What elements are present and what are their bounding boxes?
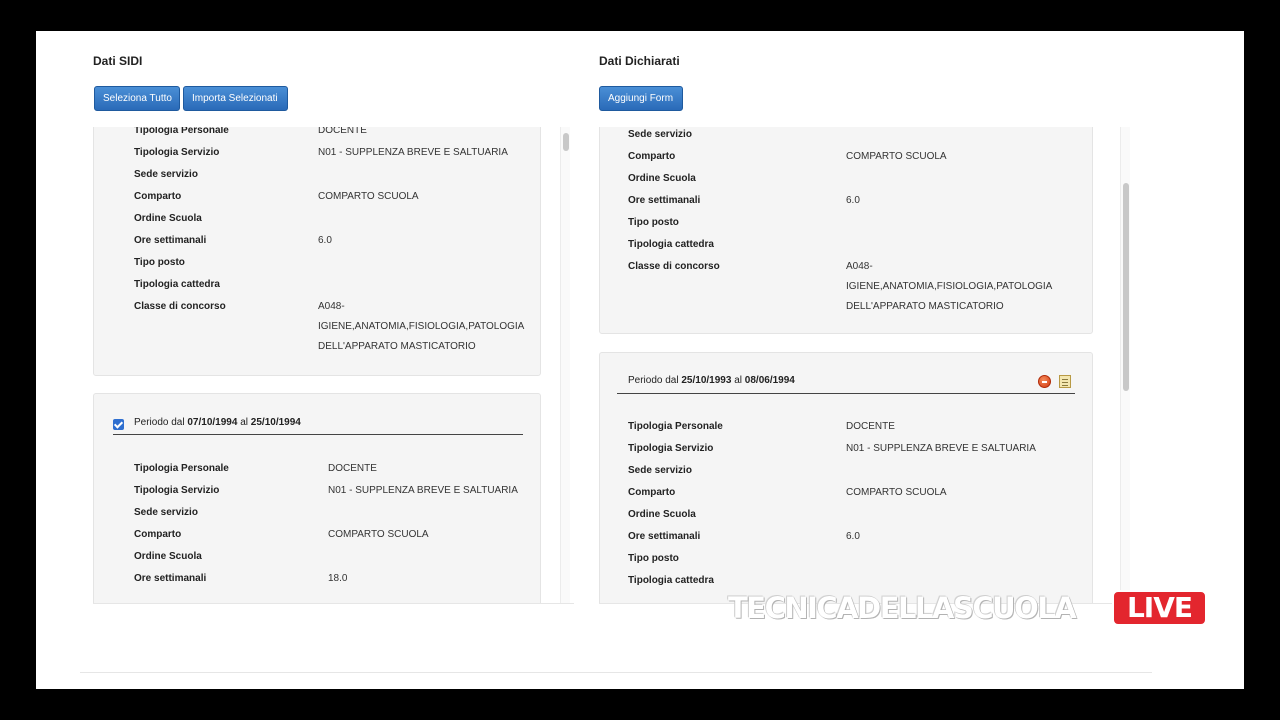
field-label: Tipologia cattedra bbox=[628, 575, 714, 586]
period-from: 25/10/1993 bbox=[681, 375, 732, 386]
field-label: Comparto bbox=[134, 191, 182, 202]
field-label: Sede servizio bbox=[628, 465, 692, 476]
sidi-service-card: Tipologia Personale DOCENTE Tipologia Se… bbox=[93, 127, 541, 376]
field-value: 18.0 bbox=[328, 573, 348, 584]
field-label: Ore settimanali bbox=[134, 235, 207, 246]
page-footer-divider bbox=[80, 672, 1152, 673]
field-label: Sede servizio bbox=[628, 129, 692, 140]
field-value: COMPARTO SCUOLA bbox=[328, 529, 429, 540]
field-value: 6.0 bbox=[318, 235, 332, 246]
left-column-title: Dati SIDI bbox=[93, 54, 143, 68]
tecnica-della-scuola-watermark: TECNICADELLASCUOLA LIVE bbox=[728, 590, 1208, 626]
period-prefix: Periodo dal bbox=[628, 375, 679, 386]
field-label: Tipologia Servizio bbox=[134, 147, 220, 158]
select-all-button[interactable]: Seleziona Tutto bbox=[94, 86, 180, 111]
field-value: N01 - SUPPLENZA BREVE E SALTUARIA bbox=[846, 443, 1036, 454]
field-label: Comparto bbox=[628, 487, 676, 498]
field-value: DOCENTE bbox=[846, 421, 895, 432]
period-header: Periodo dal 25/10/1993 al 08/06/1994 bbox=[628, 375, 795, 386]
field-value: DELL'APPARATO MASTICATORIO bbox=[318, 341, 476, 352]
field-label: Sede servizio bbox=[134, 169, 198, 180]
period-prefix: Periodo dal bbox=[134, 417, 185, 428]
left-scrollbar-thumb[interactable] bbox=[563, 133, 569, 151]
left-list-bottom-border bbox=[93, 603, 574, 604]
field-label: Tipologia Personale bbox=[134, 127, 229, 136]
declared-list-viewport[interactable]: Sede servizio Comparto COMPARTO SCUOLA O… bbox=[599, 127, 1119, 603]
field-label: Tipo posto bbox=[134, 257, 185, 268]
field-label: Sede servizio bbox=[134, 507, 198, 518]
watermark-live-badge: LIVE bbox=[1112, 590, 1207, 626]
field-value: IGIENE,ANATOMIA,FISIOLOGIA,PATOLOGIA bbox=[318, 321, 525, 332]
period-from: 07/10/1994 bbox=[187, 417, 238, 428]
field-label: Tipologia cattedra bbox=[134, 279, 220, 290]
edit-icon[interactable] bbox=[1059, 375, 1071, 388]
field-value: DOCENTE bbox=[318, 127, 367, 136]
period-mid: al bbox=[240, 417, 249, 428]
period-divider bbox=[113, 434, 523, 435]
field-label: Ordine Scuola bbox=[134, 213, 202, 224]
add-form-button[interactable]: Aggiungi Form bbox=[599, 86, 683, 111]
period-to: 08/06/1994 bbox=[744, 375, 795, 386]
field-value: A048- bbox=[846, 261, 873, 272]
right-column-title: Dati Dichiarati bbox=[599, 54, 680, 68]
field-label: Ordine Scuola bbox=[628, 173, 696, 184]
field-value: DELL'APPARATO MASTICATORIO bbox=[846, 301, 1004, 312]
field-label: Comparto bbox=[628, 151, 676, 162]
sidi-list-viewport[interactable]: Tipologia Personale DOCENTE Tipologia Se… bbox=[93, 127, 561, 603]
sidi-service-card: Periodo dal 07/10/1994 al 25/10/1994 Tip… bbox=[93, 393, 541, 603]
period-select-checkbox[interactable] bbox=[113, 419, 124, 430]
field-label: Ore settimanali bbox=[628, 531, 701, 542]
field-value: 6.0 bbox=[846, 195, 860, 206]
import-selected-button[interactable]: Importa Selezionati bbox=[183, 86, 288, 111]
field-value: N01 - SUPPLENZA BREVE E SALTUARIA bbox=[318, 147, 508, 158]
field-label: Tipologia Personale bbox=[134, 463, 229, 474]
field-label: Ordine Scuola bbox=[134, 551, 202, 562]
field-label: Tipologia cattedra bbox=[628, 239, 714, 250]
field-label: Tipologia Personale bbox=[628, 421, 723, 432]
declared-service-card: Periodo dal 25/10/1993 al 08/06/1994 Tip… bbox=[599, 352, 1093, 603]
field-label: Tipo posto bbox=[628, 553, 679, 564]
field-label: Ordine Scuola bbox=[628, 509, 696, 520]
watermark-brand-text: TECNICADELLASCUOLA bbox=[728, 591, 1077, 625]
field-value: 6.0 bbox=[846, 531, 860, 542]
field-label: Tipologia Servizio bbox=[628, 443, 714, 454]
field-value: IGIENE,ANATOMIA,FISIOLOGIA,PATOLOGIA bbox=[846, 281, 1053, 292]
left-scrollbar[interactable] bbox=[560, 127, 570, 603]
field-label: Classe di concorso bbox=[628, 261, 720, 272]
period-to: 25/10/1994 bbox=[250, 417, 301, 428]
field-value: N01 - SUPPLENZA BREVE E SALTUARIA bbox=[328, 485, 518, 496]
right-scrollbar-thumb[interactable] bbox=[1123, 183, 1129, 391]
period-divider bbox=[617, 393, 1075, 394]
field-value: A048- bbox=[318, 301, 345, 312]
period-header: Periodo dal 07/10/1994 al 25/10/1994 bbox=[134, 417, 301, 428]
field-value: COMPARTO SCUOLA bbox=[846, 151, 947, 162]
field-label: Tipologia Servizio bbox=[134, 485, 220, 496]
field-label: Ore settimanali bbox=[628, 195, 701, 206]
field-label: Tipo posto bbox=[628, 217, 679, 228]
declared-service-card: Sede servizio Comparto COMPARTO SCUOLA O… bbox=[599, 127, 1093, 334]
field-value: COMPARTO SCUOLA bbox=[318, 191, 419, 202]
field-label: Ore settimanali bbox=[134, 573, 207, 584]
right-scrollbar[interactable] bbox=[1120, 127, 1130, 603]
field-label: Classe di concorso bbox=[134, 301, 226, 312]
period-mid: al bbox=[734, 375, 743, 386]
field-value: COMPARTO SCUOLA bbox=[846, 487, 947, 498]
field-value: DOCENTE bbox=[328, 463, 377, 474]
delete-icon[interactable] bbox=[1038, 375, 1051, 388]
field-label: Comparto bbox=[134, 529, 182, 540]
